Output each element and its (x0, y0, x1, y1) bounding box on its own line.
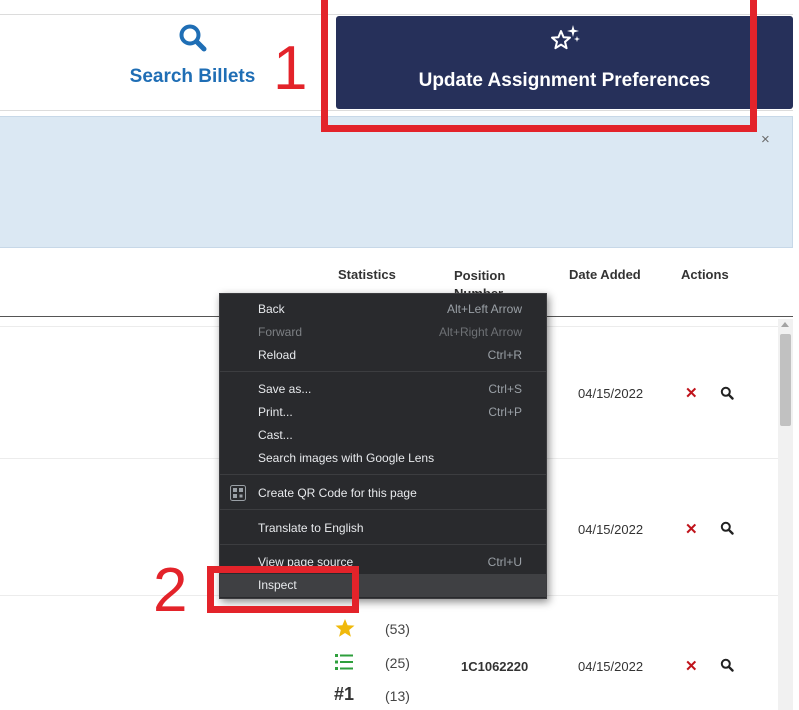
row-1-date-added: 04/15/2022 (578, 386, 644, 401)
menu-item-print[interactable]: Print... Ctrl+P (220, 401, 546, 424)
menu-item-save-as-label: Save as... (258, 382, 312, 396)
menu-item-google-lens-label: Search images with Google Lens (258, 451, 435, 465)
row-2-date-added: 04/15/2022 (578, 522, 644, 537)
menu-item-forward-label: Forward (258, 325, 303, 339)
scrollbar-thumb[interactable] (780, 334, 791, 426)
menu-item-reload-shortcut: Ctrl+R (487, 348, 522, 362)
menu-item-back-shortcut: Alt+Left Arrow (446, 302, 522, 316)
rank-number-icon: #1 (334, 684, 355, 704)
info-alert (0, 116, 793, 248)
column-header-date-added: Date Added (569, 267, 641, 282)
menu-item-create-qr-code-label: Create QR Code for this page (258, 486, 417, 500)
star-icon (335, 619, 355, 637)
page: Search Billets Update Assignment Prefere… (0, 0, 799, 710)
search-billets-link[interactable]: Search Billets (115, 20, 270, 100)
row-1-view-search-icon[interactable] (720, 386, 734, 400)
menu-item-cast-label: Cast... (258, 428, 293, 442)
row-2-remove-button[interactable]: ✕ (685, 520, 698, 538)
row-3-rank-count: (13) (385, 688, 410, 704)
column-header-statistics: Statistics (338, 267, 396, 282)
menu-item-cast[interactable]: Cast... (220, 424, 546, 447)
row-3-view-search-icon[interactable] (720, 658, 734, 672)
alert-close-button[interactable]: × (761, 131, 770, 148)
scroll-up-arrow-icon[interactable] (781, 322, 789, 327)
browser-context-menu: Back Alt+Left Arrow Forward Alt+Right Ar… (219, 293, 547, 599)
annotation-number-2: 2 (153, 556, 188, 625)
row-2-view-search-icon[interactable] (720, 521, 734, 535)
menu-item-save-as[interactable]: Save as... Ctrl+S (220, 378, 546, 401)
menu-separator (220, 371, 546, 372)
column-header-actions: Actions (681, 267, 729, 282)
row-3-list-count: (25) (385, 655, 410, 671)
menu-item-view-page-source-shortcut: Ctrl+U (487, 555, 522, 569)
qr-code-icon (230, 485, 246, 501)
menu-item-forward[interactable]: Forward Alt+Right Arrow (220, 321, 546, 344)
search-billets-label: Search Billets (129, 66, 256, 87)
menu-item-translate[interactable]: Translate to English (220, 517, 546, 540)
row-3-position-number: 1C1062220 (461, 659, 529, 674)
menu-item-print-shortcut: Ctrl+P (488, 405, 522, 419)
search-icon (179, 24, 206, 52)
annotation-number-1: 1 (273, 34, 308, 103)
row-3-remove-button[interactable]: ✕ (685, 657, 698, 675)
menu-item-print-label: Print... (258, 405, 293, 419)
annotation-box-step-2 (207, 566, 359, 613)
row-1-remove-button[interactable]: ✕ (685, 384, 698, 402)
menu-item-create-qr-code[interactable]: Create QR Code for this page (220, 482, 546, 505)
row-3-star-count: (53) (385, 621, 410, 637)
row-3-date-added: 04/15/2022 (578, 659, 644, 674)
menu-separator (220, 544, 546, 545)
menu-item-back[interactable]: Back Alt+Left Arrow (220, 298, 546, 321)
menu-item-reload-label: Reload (258, 348, 297, 362)
menu-item-translate-label: Translate to English (258, 521, 364, 535)
menu-item-google-lens[interactable]: Search images with Google Lens (220, 447, 546, 470)
menu-item-back-label: Back (258, 302, 285, 316)
menu-item-reload[interactable]: Reload Ctrl+R (220, 344, 546, 367)
list-icon (335, 654, 353, 670)
menu-item-save-as-shortcut: Ctrl+S (488, 382, 522, 396)
menu-separator (220, 474, 546, 475)
annotation-box-step-1 (321, 0, 757, 132)
menu-separator (220, 509, 546, 510)
menu-item-forward-shortcut: Alt+Right Arrow (438, 325, 522, 339)
